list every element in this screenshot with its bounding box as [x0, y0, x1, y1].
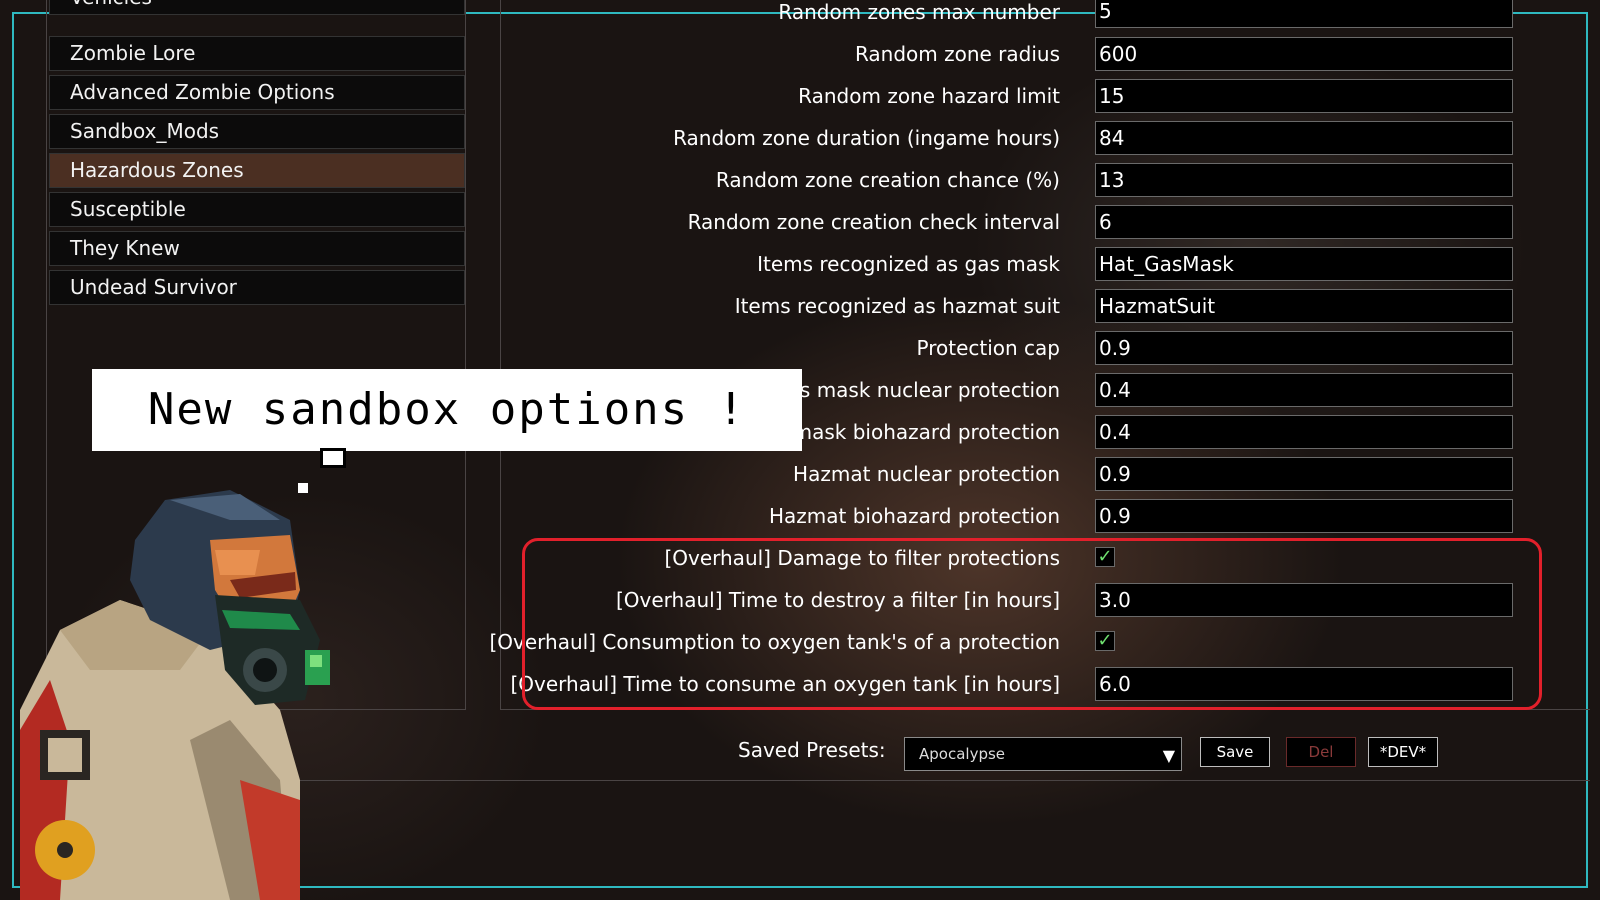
category-item-vehicles[interactable]: Vehicles: [49, 0, 465, 15]
option-label: Random zone creation chance (%): [715, 168, 1060, 192]
presets-divider: [300, 780, 1590, 781]
option-input-random-zone-duration[interactable]: 84: [1095, 121, 1513, 155]
option-label: Protection cap: [916, 336, 1061, 360]
overhaul-highlight-box: [522, 538, 1542, 710]
option-label: Hazmat biohazard protection: [769, 504, 1060, 528]
option-input-random-zones-max-number[interactable]: 5: [1095, 0, 1513, 28]
category-item-they-knew[interactable]: They Knew: [49, 231, 465, 266]
dropdown-arrow-icon: ▼: [1162, 746, 1175, 765]
option-input-random-zone-radius[interactable]: 600: [1095, 37, 1513, 71]
option-input-random-zone-creation-chance[interactable]: 13: [1095, 163, 1513, 197]
option-input-hazmat-biohazard-protection[interactable]: 0.9: [1095, 499, 1513, 533]
option-label: Random zone duration (ingame hours): [673, 126, 1060, 150]
thought-bubble-dot: [320, 448, 346, 468]
option-input-gas-mask-nuclear-protection[interactable]: 0.4: [1095, 373, 1513, 407]
option-input-hazmat-suit-items[interactable]: HazmatSuit: [1095, 289, 1513, 323]
option-label: Random zone radius: [854, 42, 1060, 66]
category-item-hazardous-zones[interactable]: Hazardous Zones: [49, 153, 465, 188]
category-item-undead-survivor[interactable]: Undead Survivor: [49, 270, 465, 305]
option-label: Items recognized as gas mask: [757, 252, 1060, 276]
preset-selected-value: Apocalypse: [919, 745, 1006, 763]
survivor-character-image: [20, 490, 330, 900]
option-input-gas-mask-items[interactable]: Hat_GasMask: [1095, 247, 1513, 281]
option-input-random-zone-hazard-limit[interactable]: 15: [1095, 79, 1513, 113]
option-input-random-zone-check-interval[interactable]: 6: [1095, 205, 1513, 239]
category-item-advanced-zombie-options[interactable]: Advanced Zombie Options: [49, 75, 465, 110]
option-label: Random zone creation check interval: [687, 210, 1060, 234]
category-item-zombie-lore[interactable]: Zombie Lore: [49, 36, 465, 71]
category-item-susceptible[interactable]: Susceptible: [49, 192, 465, 227]
category-item-sandbox-mods[interactable]: Sandbox_Mods: [49, 114, 465, 149]
save-preset-button[interactable]: Save: [1200, 737, 1270, 767]
dev-preset-button[interactable]: *DEV*: [1368, 737, 1438, 767]
option-label: Random zone hazard limit: [798, 84, 1060, 108]
preset-dropdown[interactable]: Apocalypse ▼: [904, 737, 1182, 771]
option-input-hazmat-nuclear-protection[interactable]: 0.9: [1095, 457, 1513, 491]
option-label: Items recognized as hazmat suit: [734, 294, 1060, 318]
option-input-gas-mask-biohazard-protection[interactable]: 0.4: [1095, 415, 1513, 449]
speech-bubble: New sandbox options !: [92, 369, 802, 451]
option-label: Hazmat nuclear protection: [793, 462, 1060, 486]
option-label: Random zones max number: [778, 0, 1060, 24]
saved-presets-label: Saved Presets:: [738, 738, 886, 762]
delete-preset-button[interactable]: Del: [1286, 737, 1356, 767]
option-label: Gas mask nuclear protection: [772, 378, 1060, 402]
option-input-protection-cap[interactable]: 0.9: [1095, 331, 1513, 365]
